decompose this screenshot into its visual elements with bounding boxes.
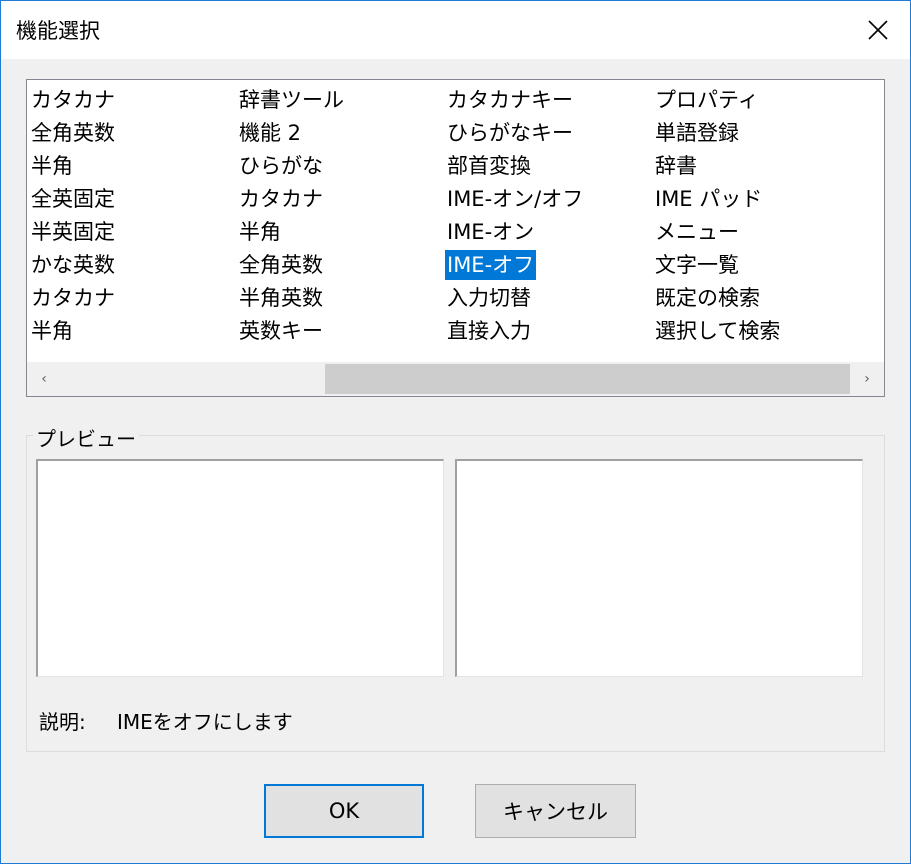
list-item-label: 入力切替 [447,286,531,310]
list-item[interactable]: 選択して検索 [653,315,861,348]
list-item-label: 英数キー [239,319,323,343]
list-item[interactable]: 既定の検索 [653,282,861,315]
list-item[interactable]: 半英固定 [29,216,237,249]
list-item-label: カタカナキー [447,88,573,112]
list-item-label: 半角 [31,154,73,178]
list-item[interactable]: 辞書ツール [237,84,445,117]
scroll-right-button[interactable]: › [850,362,884,396]
list-item[interactable]: 全角英数 [29,117,237,150]
list-item-label: 半角 [239,220,281,244]
list-item-label: 直接入力 [447,319,531,343]
scroll-thumb[interactable] [325,364,850,394]
list-column: プロパティ単語登録辞書 IME パッド メニュー文字一覧既定の検索選択して検索 [653,84,861,348]
dialog-window: 機能選択 カタカナ 全角英数 半角 全英固定 半英固定 かな英数 カタカナ 半角 辞書ツール 機能… [0,0,911,864]
list-item-label: カタカナ [31,88,115,112]
preview-pane-right [455,459,863,677]
list-item[interactable]: IME-オフ [445,249,653,282]
chevron-left-icon: ‹ [41,371,47,387]
list-item[interactable]: 半角 [29,315,237,348]
list-item-label: 単語登録 [655,121,739,145]
function-list[interactable]: カタカナ 全角英数 半角 全英固定 半英固定 かな英数 カタカナ 半角 辞書ツール 機能 2 ひらが… [26,79,885,397]
preview-group-label: プレビュー [33,423,139,452]
cancel-button[interactable]: キャンセル [475,784,636,838]
title-bar: 機能選択 [1,1,910,59]
list-item[interactable]: 文字一覧 [653,249,861,282]
description-text: IMEをオフにします [117,710,293,734]
list-item[interactable]: 単語登録 [653,117,861,150]
list-column: カタカナキー ひらがなキー 部首変換 IME-オン/オフ IME-オン IME-オフ入力切… [445,84,653,348]
ok-button[interactable]: OK [264,784,424,838]
preview-pane-left [36,459,444,677]
list-item[interactable]: カタカナ [29,282,237,315]
scroll-track[interactable] [61,362,850,396]
list-item-label: 既定の検索 [655,286,760,310]
list-item[interactable]: メニュー [653,216,861,249]
list-column: カタカナ 全角英数 半角 全英固定 半英固定 かな英数 カタカナ 半角 [29,84,237,348]
list-item-label: 全英固定 [31,187,115,211]
function-columns: カタカナ 全角英数 半角 全英固定 半英固定 かな英数 カタカナ 半角 辞書ツール 機能 2 ひらが… [27,80,884,364]
list-item[interactable]: カタカナキー [445,84,653,117]
list-item-label: 全角英数 [239,253,323,277]
list-item-label: 全角英数 [31,121,115,145]
horizontal-scrollbar[interactable]: ‹ › [27,362,884,396]
list-item[interactable]: 全英固定 [29,183,237,216]
dialog-title: 機能選択 [16,19,100,43]
scroll-left-button[interactable]: ‹ [27,362,61,396]
list-item[interactable]: 辞書 [653,150,861,183]
list-item-label: 辞書ツール [239,88,344,112]
list-item-label: IME パッド [655,187,763,211]
list-item[interactable]: かな英数 [29,249,237,282]
list-item[interactable]: ひらがなキー [445,117,653,150]
list-item[interactable]: カタカナ [29,84,237,117]
list-item-label: カタカナ [31,286,115,310]
list-item-label: ひらがな [239,154,323,178]
close-icon [868,20,888,40]
list-item[interactable]: IME パッド [653,183,861,216]
list-item[interactable]: 入力切替 [445,282,653,315]
list-item[interactable]: 直接入力 [445,315,653,348]
list-item-label: 半英固定 [31,220,115,244]
list-item-label: かな英数 [31,253,115,277]
list-item[interactable]: 機能 2 [237,117,445,150]
list-item[interactable]: 英数キー [237,315,445,348]
list-item[interactable]: プロパティ [653,84,861,117]
list-item-label: ひらがなキー [447,121,573,145]
list-item-label: 半角 [31,319,73,343]
description-label: 説明: [39,710,86,734]
list-item[interactable]: ひらがな [237,150,445,183]
list-item-label: IME-オン [447,220,535,244]
list-item[interactable]: 部首変換 [445,150,653,183]
close-button[interactable] [846,1,910,59]
list-item-label: IME-オン/オフ [447,187,584,211]
list-item-label: 文字一覧 [655,253,739,277]
list-item-label: IME-オフ [445,250,537,280]
list-item-label: 選択して検索 [655,319,781,343]
chevron-right-icon: › [864,371,870,387]
list-item[interactable]: 半角 [237,216,445,249]
list-item-label: 機能 2 [239,121,302,145]
list-item-label: カタカナ [239,187,323,211]
list-item-label: 半角英数 [239,286,323,310]
list-item-label: 辞書 [655,154,697,178]
list-column: 辞書ツール機能 2 ひらがなカタカナ半角全角英数半角英数英数キー [237,84,445,348]
list-item[interactable]: IME-オン/オフ [445,183,653,216]
list-item[interactable]: カタカナ [237,183,445,216]
list-item[interactable]: 半角英数 [237,282,445,315]
list-item-label: プロパティ [655,88,759,112]
list-item-label: 部首変換 [447,154,531,178]
list-item[interactable]: IME-オン [445,216,653,249]
list-item[interactable]: 全角英数 [237,249,445,282]
list-item-label: メニュー [655,220,739,244]
list-item[interactable]: 半角 [29,150,237,183]
